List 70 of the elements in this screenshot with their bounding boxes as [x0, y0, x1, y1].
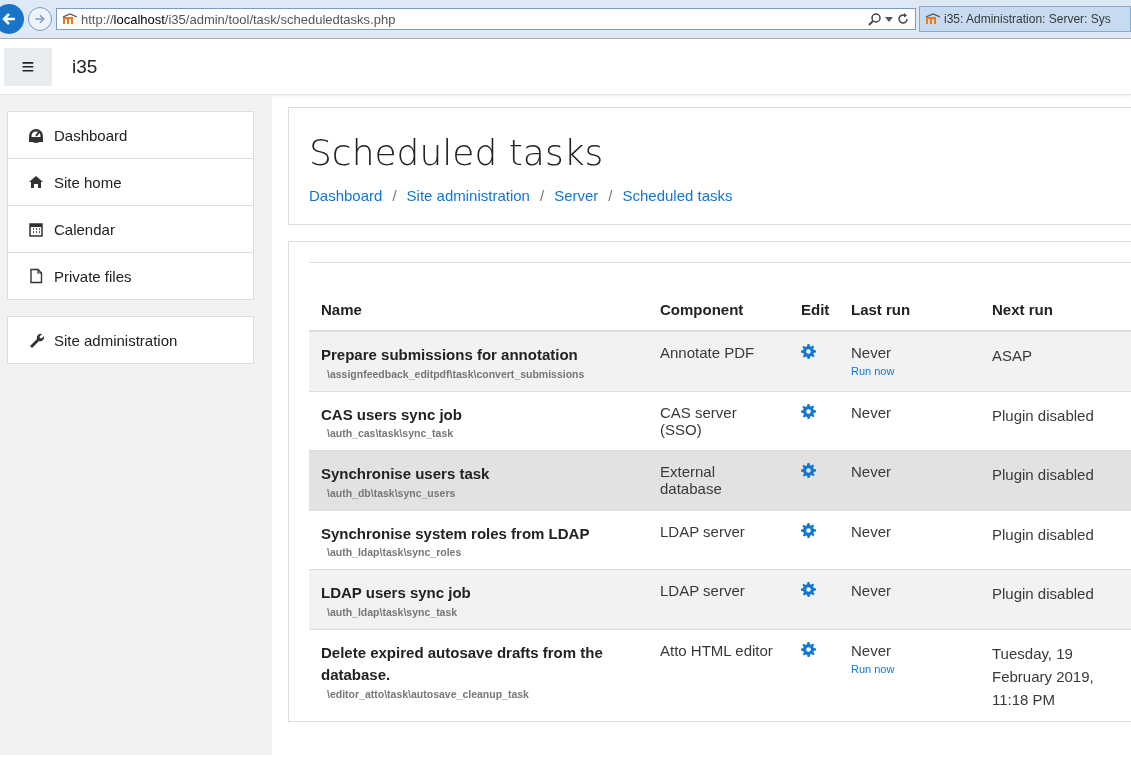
arrow-right-icon — [34, 13, 46, 25]
page-title: Scheduled tasks — [309, 132, 605, 173]
settings-icon[interactable] — [801, 463, 816, 478]
last-run-cell: Never Run now — [839, 331, 980, 391]
breadcrumb-link[interactable]: Scheduled tasks — [622, 187, 733, 204]
component-cell: Atto HTML editor — [648, 629, 789, 722]
task-name-cell: Prepare submissions for annotation \assignfeedback_editpdf\task\convert_submissions — [309, 331, 648, 391]
component-cell: Annotate PDF — [648, 331, 789, 391]
settings-icon[interactable] — [801, 522, 816, 538]
task-name-cell: LDAP users sync job \auth_ldap\task\sync_task — [309, 569, 648, 629]
task-name-cell: Delete expired autosave drafts from the database. \editor_atto\task\autosave_cleanup_task — [309, 629, 648, 722]
dropdown-caret-icon[interactable] — [885, 16, 893, 22]
table-row[interactable]: Synchronise users task \auth_db\task\sync_users External database Never Plugin disabled — [309, 450, 1131, 510]
breadcrumb-separator: / — [539, 187, 545, 204]
breadcrumb-separator: / — [392, 187, 397, 204]
url-text: http://localhost/i35/admin/tool/task/scheduledtasks.php — [81, 11, 397, 27]
run-now-link[interactable]: Run now — [851, 365, 895, 377]
browser-tab[interactable]: i35: Administration: Server: Sys — [919, 6, 1131, 32]
settings-icon[interactable] — [801, 344, 816, 359]
last-run-cell: Never — [839, 450, 980, 510]
breadcrumb-link[interactable]: Site administration — [406, 187, 530, 204]
nav-item[interactable]: Calendar — [8, 205, 253, 252]
next-run-cell: Tuesday, 19 February 2019, 11:18 PM — [980, 629, 1131, 722]
table-row[interactable]: Delete expired autosave drafts from the database. \editor_atto\task\autosave_cleanup_task Atto HTML editor Never Run now Tuesday, 19 February 2019, 11:18 PM — [309, 629, 1131, 722]
last-run-cell: Never — [839, 569, 980, 629]
nav-item[interactable]: Site home — [8, 158, 253, 205]
nav-item[interactable]: Private files — [8, 252, 253, 299]
last-run-cell: Never Run now — [839, 629, 980, 722]
refresh-icon[interactable] — [897, 13, 909, 25]
table-row[interactable]: LDAP users sync job \auth_ldap\task\sync_task LDAP server Never Plugin disabled — [309, 569, 1131, 629]
component-cell: CAS server (SSO) — [648, 391, 789, 451]
table-row[interactable]: Synchronise system roles from LDAP \auth_ldap\task\sync_roles LDAP server Never Plugin disabled — [309, 510, 1131, 570]
search-icon[interactable] — [868, 12, 881, 26]
home-icon — [28, 174, 44, 190]
dashboard-icon — [28, 127, 44, 143]
settings-icon[interactable] — [801, 582, 816, 597]
nav-item[interactable]: Dashboard — [8, 112, 253, 158]
breadcrumb-separator: / — [608, 187, 613, 204]
address-bar[interactable]: http://localhost/i35/admin/tool/task/scheduledtasks.php — [56, 8, 916, 30]
breadcrumb-link[interactable]: Server — [554, 187, 599, 204]
site-name[interactable]: i35 — [72, 55, 98, 78]
table-row[interactable]: Prepare submissions for annotation \assignfeedback_editpdf\task\convert_submissions Annotate PDF Never Run now ASAP — [309, 331, 1131, 391]
task-name-cell: Synchronise system roles from LDAP \auth_ldap\task\sync_roles — [309, 510, 648, 570]
next-run-cell: Plugin disabled — [980, 450, 1131, 510]
last-run-cell: Never — [839, 391, 980, 451]
site-logo-icon — [926, 13, 940, 25]
settings-icon[interactable] — [801, 403, 816, 419]
component-cell: External database — [648, 450, 789, 510]
menu-button[interactable]: ≡ — [4, 47, 52, 86]
table-row[interactable]: CAS users sync job \auth_cas\task\sync_task CAS server (SSO) Never Plugin disabled — [309, 391, 1131, 451]
arrow-left-icon — [1, 11, 17, 27]
task-name-cell: CAS users sync job \auth_cas\task\sync_task — [309, 391, 648, 451]
component-cell: LDAP server — [648, 569, 789, 629]
calendar-icon — [28, 221, 44, 237]
next-run-cell: Plugin disabled — [980, 569, 1131, 629]
task-name-cell: Synchronise users task \auth_db\task\sync_users — [309, 450, 648, 510]
file-icon — [28, 268, 44, 284]
run-now-link[interactable]: Run now — [851, 662, 895, 675]
nav-item[interactable]: Site administration — [8, 317, 253, 363]
wrench-icon — [28, 332, 44, 348]
site-logo-icon — [63, 13, 77, 25]
breadcrumb-link[interactable]: Dashboard — [309, 187, 383, 204]
back-button[interactable] — [0, 4, 24, 34]
component-cell: LDAP server — [648, 510, 789, 570]
next-run-cell: ASAP — [980, 331, 1131, 391]
next-run-cell: Plugin disabled — [980, 510, 1131, 570]
last-run-cell: Never — [839, 510, 980, 570]
settings-icon[interactable] — [801, 641, 816, 657]
forward-button[interactable] — [28, 7, 52, 31]
next-run-cell: Plugin disabled — [980, 391, 1131, 451]
